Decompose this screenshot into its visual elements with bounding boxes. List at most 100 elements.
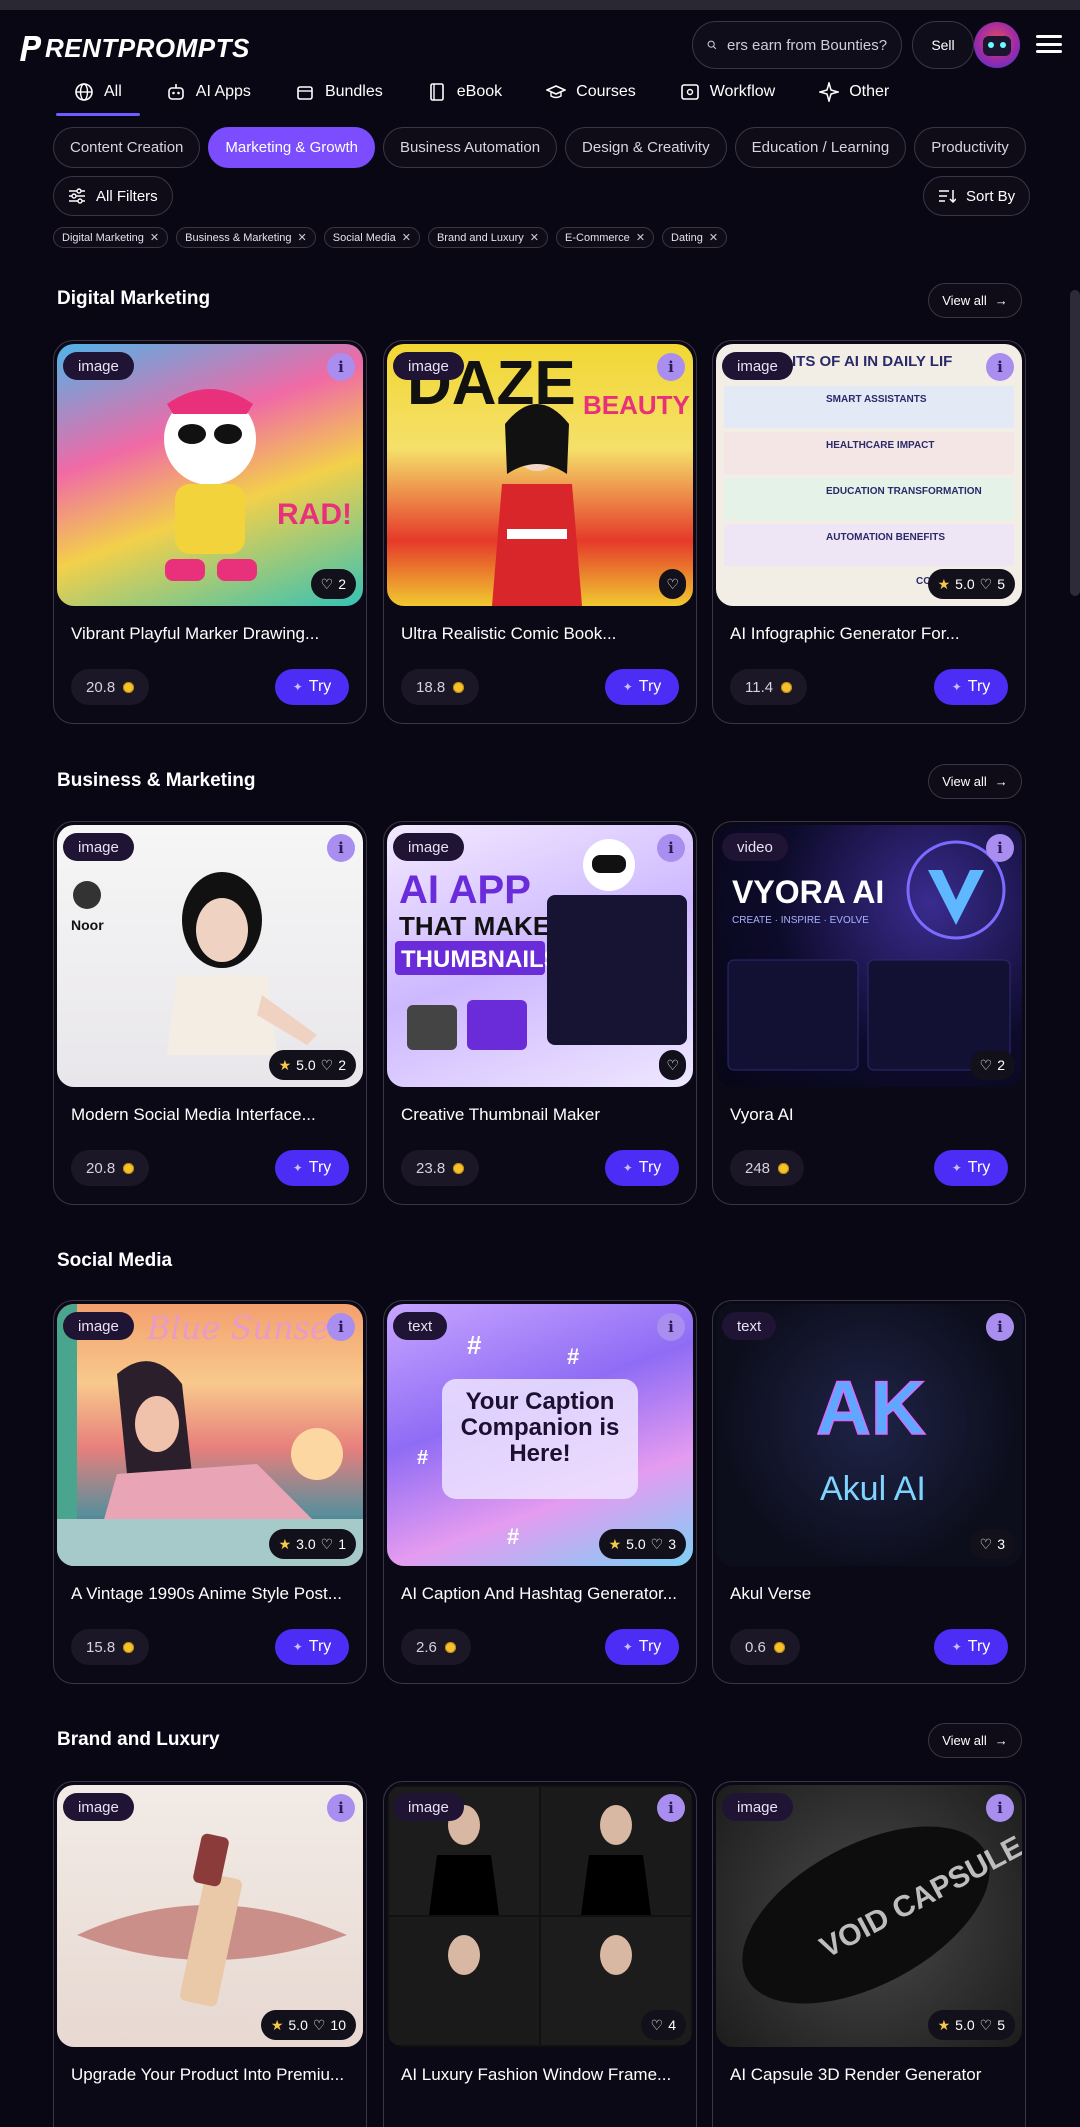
prompt-card[interactable]: RAD! image i ♡ 2 Vibrant Playful Marker D…	[53, 340, 367, 724]
view-all-button[interactable]: View all →	[928, 764, 1022, 799]
user-avatar[interactable]	[974, 22, 1020, 68]
heart-icon[interactable]: ♡	[980, 2017, 993, 2034]
close-icon[interactable]: ✕	[298, 231, 307, 244]
heart-icon[interactable]: ♡	[321, 1057, 334, 1074]
card-title[interactable]: Vyora AI	[730, 1105, 1015, 1125]
prompt-card[interactable]: VOID CAPSULE image i ★ 5.0 ♡ 5 AI Capsule 3…	[712, 1781, 1026, 2127]
tab-workflow[interactable]: Workflow	[658, 72, 798, 112]
filter-chip[interactable]: E-Commerce ✕	[556, 227, 655, 248]
heart-icon[interactable]: ♡	[321, 1536, 334, 1553]
prompt-card[interactable]: Noor image i ★ 5.0 ♡ 2 Modern Social Media …	[53, 821, 367, 1205]
close-icon[interactable]: ✕	[636, 231, 645, 244]
subcategory-design-creativity[interactable]: Design & Creativity	[565, 127, 727, 168]
heart-icon[interactable]: ♡	[666, 1057, 679, 1074]
card-thumbnail[interactable]: VOID CAPSULE image i ★ 5.0 ♡ 5	[716, 1785, 1022, 2047]
info-icon[interactable]: i	[657, 834, 685, 862]
subcategory-education-learning[interactable]: Education / Learning	[734, 127, 907, 168]
card-thumbnail[interactable]: image i ★ 5.0 ♡ 10	[57, 1785, 363, 2047]
heart-icon[interactable]: ♡	[980, 576, 993, 593]
prompt-card[interactable]: image i ★ 5.0 ♡ 10 Upgrade Your Product Int…	[53, 1781, 367, 2127]
try-button[interactable]: ✦ Try	[275, 1629, 349, 1665]
info-icon[interactable]: i	[327, 834, 355, 862]
prompt-card[interactable]: image i ♡ 4 AI Luxury Fashion Window Fram…	[383, 1781, 697, 2127]
card-thumbnail[interactable]: image i ♡ 4	[387, 1785, 693, 2047]
info-icon[interactable]: i	[657, 1794, 685, 1822]
try-button[interactable]: ✦ Try	[934, 1150, 1008, 1186]
page-scrollbar[interactable]	[1070, 290, 1080, 596]
card-title[interactable]: A Vintage 1990s Anime Style Post...	[71, 1584, 356, 1604]
filter-chip[interactable]: Dating ✕	[662, 227, 728, 248]
info-icon[interactable]: i	[327, 1794, 355, 1822]
heart-icon[interactable]: ♡	[651, 1536, 664, 1553]
card-thumbnail[interactable]: Noor image i ★ 5.0 ♡ 2	[57, 825, 363, 1087]
heart-icon[interactable]: ♡	[666, 576, 679, 593]
info-icon[interactable]: i	[657, 1313, 685, 1341]
heart-icon[interactable]: ♡	[651, 2017, 664, 2034]
view-all-button[interactable]: View all →	[928, 283, 1022, 318]
tab-all[interactable]: All	[52, 72, 144, 116]
try-button[interactable]: ✦ Try	[605, 1150, 679, 1186]
subcategory-business-automation[interactable]: Business Automation	[382, 127, 558, 168]
tab-bundles[interactable]: Bundles	[273, 72, 405, 112]
try-button[interactable]: ✦ Try	[275, 669, 349, 705]
heart-icon[interactable]: ♡	[321, 576, 334, 593]
card-title[interactable]: Creative Thumbnail Maker	[401, 1105, 686, 1125]
card-title[interactable]: AI Capsule 3D Render Generator	[730, 2065, 1015, 2085]
card-thumbnail[interactable]: VYORA AI CREATE · INSPIRE · EVOLVE video…	[716, 825, 1022, 1087]
close-icon[interactable]: ✕	[402, 231, 411, 244]
heart-icon[interactable]: ♡	[980, 1057, 993, 1074]
filter-chip[interactable]: Business & Marketing ✕	[176, 227, 316, 248]
subcategory-content-creation[interactable]: Content Creation	[53, 127, 201, 168]
close-icon[interactable]: ✕	[709, 231, 718, 244]
card-thumbnail[interactable]: AK Akul AI text i ♡ 3	[716, 1304, 1022, 1566]
filter-chip[interactable]: Social Media ✕	[323, 227, 420, 248]
card-thumbnail[interactable]: Blue Sunset image i ★ 3.0 ♡ 1	[57, 1304, 363, 1566]
prompt-card[interactable]: VYORA AI CREATE · INSPIRE · EVOLVE video…	[712, 821, 1026, 1205]
view-all-button[interactable]: View all →	[928, 1723, 1022, 1758]
try-button[interactable]: ✦ Try	[934, 669, 1008, 705]
subcategory-marketing-growth[interactable]: Marketing & Growth	[208, 127, 375, 168]
card-title[interactable]: AI Caption And Hashtag Generator...	[401, 1584, 686, 1604]
tab-courses[interactable]: Courses	[524, 72, 658, 112]
card-title[interactable]: Ultra Realistic Comic Book...	[401, 624, 686, 644]
card-thumbnail[interactable]: Your Caption Companion is Here! # # # # …	[387, 1304, 693, 1566]
card-title[interactable]: AI Infographic Generator For...	[730, 624, 1015, 644]
try-button[interactable]: ✦ Try	[934, 1629, 1008, 1665]
card-thumbnail[interactable]: ITS OF AI IN DAILY LIF SMART ASSISTANTS …	[716, 344, 1022, 606]
filter-chip[interactable]: Brand and Luxury ✕	[427, 227, 549, 248]
sell-button[interactable]: Sell	[912, 21, 974, 69]
try-button[interactable]: ✦ Try	[275, 1150, 349, 1186]
prompt-card[interactable]: Your Caption Companion is Here! # # # # …	[383, 1300, 697, 1684]
brand-logo[interactable]: RENTPROMPTS	[17, 30, 250, 66]
card-title[interactable]: Upgrade Your Product Into Premiu...	[71, 2065, 356, 2085]
info-icon[interactable]: i	[986, 353, 1014, 381]
filter-chip[interactable]: Digital Marketing ✕	[53, 227, 169, 248]
card-thumbnail[interactable]: DAZE BEAUTY image i ♡	[387, 344, 693, 606]
card-title[interactable]: AI Luxury Fashion Window Frame...	[401, 2065, 686, 2085]
card-title[interactable]: Modern Social Media Interface...	[71, 1105, 356, 1125]
heart-icon[interactable]: ♡	[980, 1536, 993, 1553]
tab-ebook[interactable]: eBook	[405, 72, 524, 112]
card-title[interactable]: Akul Verse	[730, 1584, 1015, 1604]
subcategory-productivity[interactable]: Productivity	[914, 127, 1026, 168]
card-thumbnail[interactable]: AI APP THAT MAKES THUMBNAILS image i ♡	[387, 825, 693, 1087]
close-icon[interactable]: ✕	[530, 231, 539, 244]
prompt-card[interactable]: Blue Sunset image i ★ 3.0 ♡ 1 A Vintage 199…	[53, 1300, 367, 1684]
info-icon[interactable]: i	[327, 1313, 355, 1341]
card-thumbnail[interactable]: RAD! image i ♡ 2	[57, 344, 363, 606]
tab-other[interactable]: Other	[797, 72, 911, 112]
try-button[interactable]: ✦ Try	[605, 669, 679, 705]
hamburger-menu-icon[interactable]	[1036, 32, 1062, 56]
info-icon[interactable]: i	[986, 1313, 1014, 1341]
search-input[interactable]	[727, 36, 887, 54]
all-filters-button[interactable]: All Filters	[53, 176, 173, 216]
sort-by-button[interactable]: Sort By	[923, 176, 1031, 216]
heart-icon[interactable]: ♡	[313, 2017, 326, 2034]
try-button[interactable]: ✦ Try	[605, 1629, 679, 1665]
prompt-card[interactable]: ITS OF AI IN DAILY LIF SMART ASSISTANTS …	[712, 340, 1026, 724]
prompt-card[interactable]: AI APP THAT MAKES THUMBNAILS image i ♡ C…	[383, 821, 697, 1205]
search-bar[interactable]	[692, 21, 902, 69]
tab-ai-apps[interactable]: AI Apps	[144, 72, 273, 112]
prompt-card[interactable]: AK Akul AI text i ♡ 3 Akul Verse 0.6 ✦ Try	[712, 1300, 1026, 1684]
card-title[interactable]: Vibrant Playful Marker Drawing...	[71, 624, 356, 644]
